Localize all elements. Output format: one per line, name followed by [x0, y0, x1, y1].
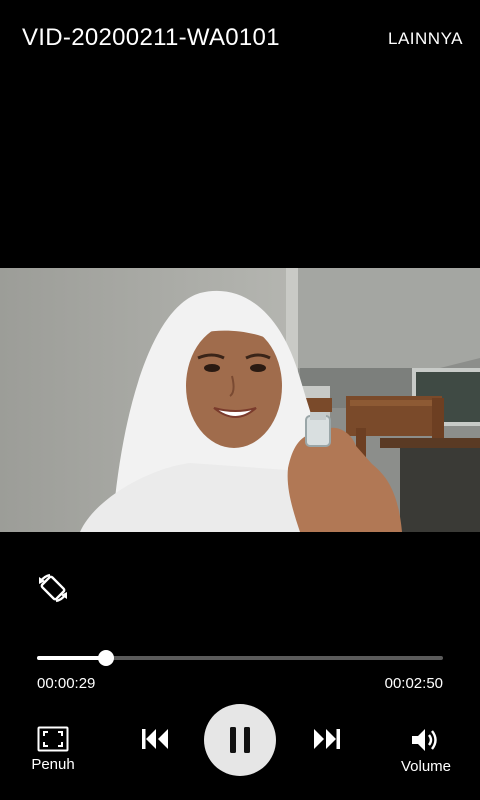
volume-label: Volume	[400, 758, 452, 775]
pause-icon	[230, 727, 250, 753]
previous-icon	[142, 729, 168, 749]
video-frame-image	[0, 268, 480, 532]
top-bar: VID-20200211-WA0101 LAINNYA	[0, 0, 480, 80]
video-title: VID-20200211-WA0101	[22, 24, 280, 51]
next-icon	[314, 729, 340, 749]
seek-progress	[37, 656, 107, 660]
fullscreen-icon	[37, 726, 69, 752]
rotate-button[interactable]	[36, 571, 70, 605]
pause-button[interactable]	[204, 704, 276, 776]
more-options-button[interactable]: LAINNYA	[388, 29, 463, 49]
fullscreen-label: Penuh	[31, 756, 75, 773]
seek-thumb[interactable]	[98, 650, 115, 666]
current-time: 00:00:29	[37, 675, 96, 692]
fullscreen-button[interactable]: Penuh	[26, 726, 80, 773]
rotate-icon	[39, 573, 67, 603]
total-time: 00:02:50	[384, 675, 443, 692]
previous-button[interactable]	[138, 726, 172, 754]
video-frame[interactable]	[0, 268, 480, 532]
next-button[interactable]	[310, 726, 344, 754]
volume-icon	[412, 729, 437, 751]
seek-bar[interactable]	[37, 650, 443, 666]
volume-button[interactable]: Volume	[396, 726, 456, 775]
